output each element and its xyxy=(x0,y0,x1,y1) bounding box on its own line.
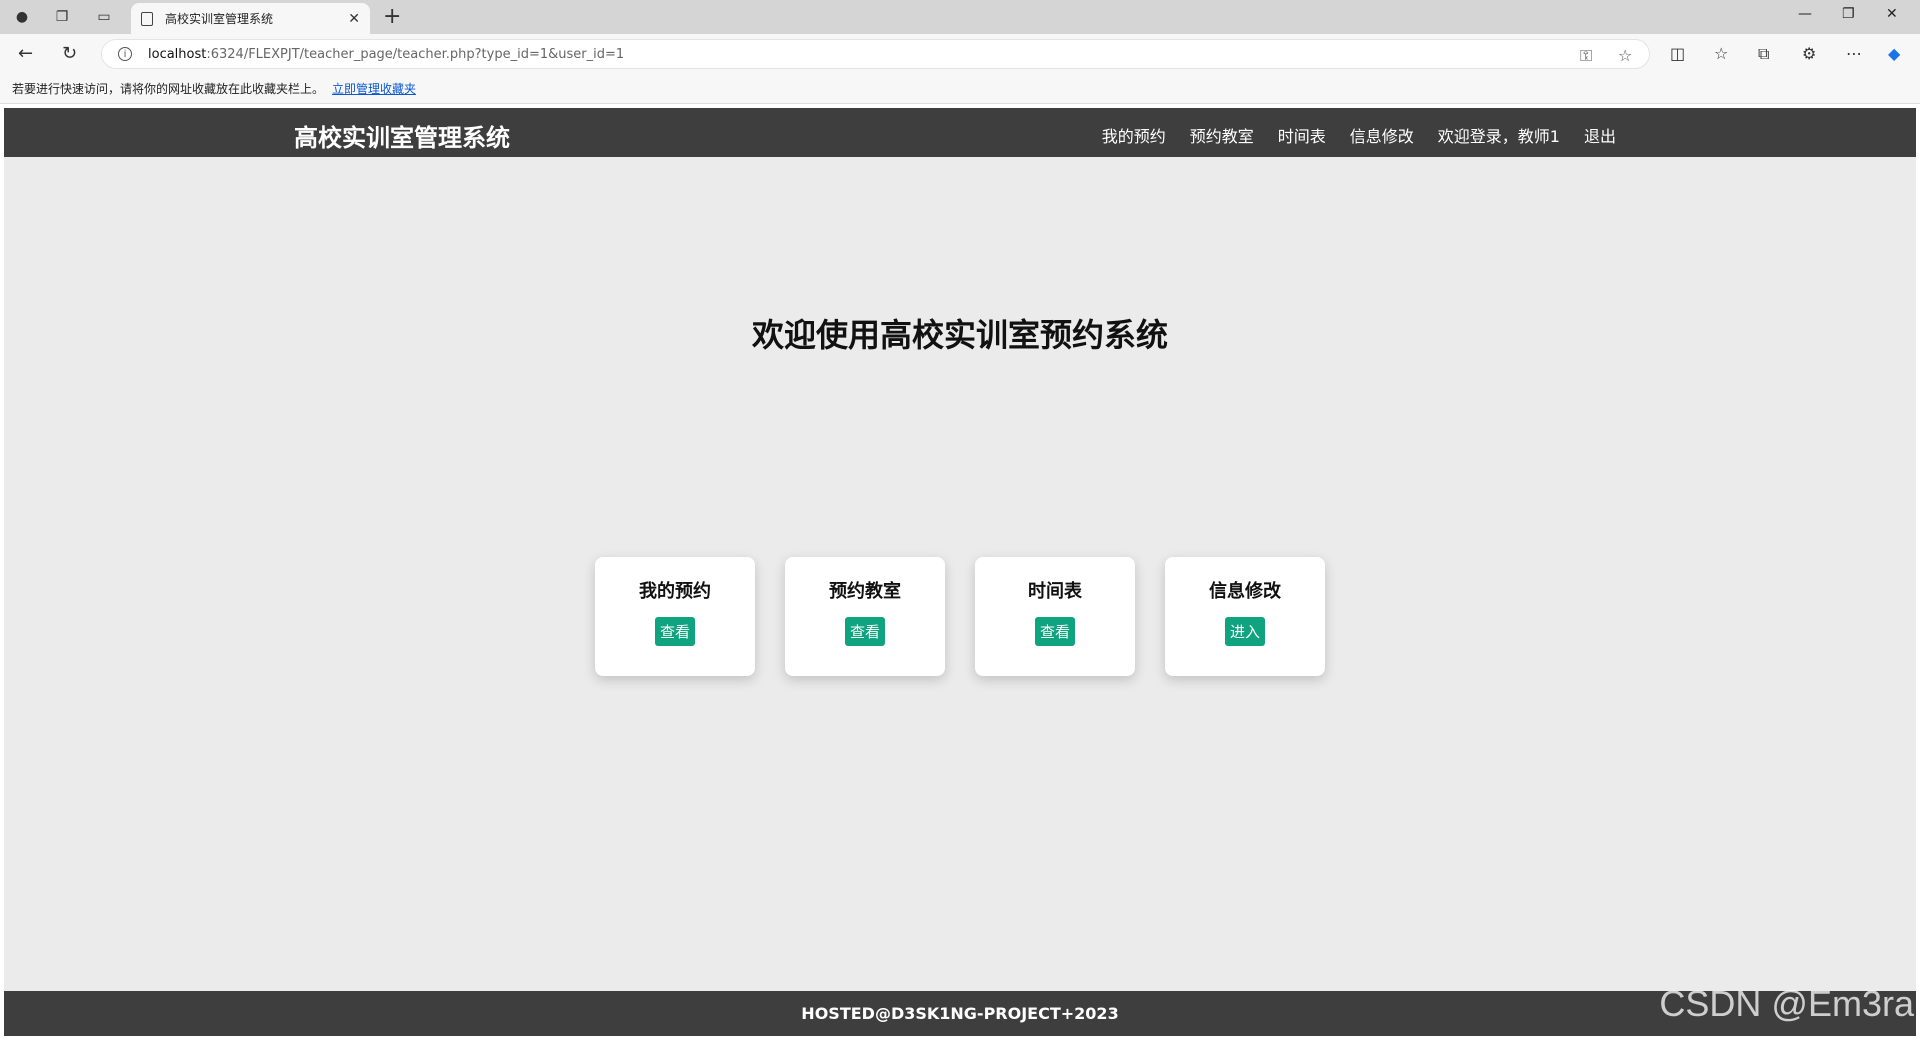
enter-edit-info-button[interactable]: 进入 xyxy=(1224,617,1265,646)
address-bar-row: ← ↻ i localhost :6324/FLEXPJT/teacher_pa… xyxy=(0,34,1920,74)
profile-icon[interactable]: ● xyxy=(12,7,32,27)
favorites-hint: 若要进行快速访问，请将你的网址收藏放在此收藏夹栏上。 xyxy=(12,82,325,96)
url-path: :6324/FLEXPJT/teacher_page/teacher.php?t… xyxy=(206,46,625,62)
card-title: 信息修改 xyxy=(1209,581,1281,602)
minimize-icon[interactable]: — xyxy=(1798,6,1812,22)
nav-logout[interactable]: 退出 xyxy=(1584,123,1616,147)
card-my-reservations: 我的预约 查看 xyxy=(595,557,755,676)
view-my-reservations-button[interactable]: 查看 xyxy=(654,617,695,646)
card-timetable: 时间表 查看 xyxy=(975,557,1135,676)
copilot-icon[interactable]: ◆ xyxy=(1888,44,1900,63)
card-title: 时间表 xyxy=(1028,581,1082,602)
favorites-bar: 若要进行快速访问，请将你的网址收藏放在此收藏夹栏上。 立即管理收藏夹 xyxy=(0,74,1920,104)
nav-timetable[interactable]: 时间表 xyxy=(1278,123,1326,147)
card-reserve-classroom: 预约教室 查看 xyxy=(785,557,945,676)
url-field[interactable]: i localhost :6324/FLEXPJT/teacher_page/t… xyxy=(101,39,1650,69)
tab-title: 高校实训室管理系统 xyxy=(165,12,274,26)
view-reserve-classroom-button[interactable]: 查看 xyxy=(844,617,885,646)
nav-edit-info[interactable]: 信息修改 xyxy=(1350,123,1414,147)
site-title: 高校实训室管理系统 xyxy=(294,124,510,152)
workspaces-icon[interactable]: ❐ xyxy=(52,7,72,27)
page-icon xyxy=(141,11,153,26)
site-info-icon[interactable]: i xyxy=(118,47,132,61)
restore-icon[interactable]: ❐ xyxy=(1842,6,1855,22)
site-header: 高校实训室管理系统 我的预约 预约教室 时间表 信息修改 欢迎登录，教师1 退出 xyxy=(4,108,1916,157)
refresh-icon[interactable]: ↻ xyxy=(62,43,77,64)
close-tab-icon[interactable]: ✕ xyxy=(348,11,360,27)
key-icon[interactable]: ⚿ xyxy=(1580,46,1592,66)
collections-icon[interactable]: ⧉ xyxy=(1758,44,1769,64)
nav-my-reservations[interactable]: 我的预约 xyxy=(1102,123,1166,147)
card-row: 我的预约 查看 预约教室 查看 时间表 查看 信息修改 进入 xyxy=(595,557,1325,676)
nav-welcome-user: 欢迎登录，教师1 xyxy=(1437,127,1560,146)
welcome-heading: 欢迎使用高校实训室预约系统 xyxy=(751,316,1168,354)
extensions-icon[interactable]: ⚙ xyxy=(1802,44,1816,63)
browser-tab-bar: ● ❐ ▭ 高校实训室管理系统 ✕ + — ❐ ✕ xyxy=(0,0,1920,34)
new-tab-icon[interactable]: + xyxy=(383,4,401,29)
url-host: localhost xyxy=(148,46,207,62)
card-title: 预约教室 xyxy=(829,581,901,602)
site-nav: 我的预约 预约教室 时间表 信息修改 欢迎登录，教师1 退出 xyxy=(1102,123,1616,147)
close-window-icon[interactable]: ✕ xyxy=(1886,6,1898,22)
watermark: CSDN @Em3ra xyxy=(1659,983,1914,1024)
favorite-star-icon[interactable]: ☆ xyxy=(1618,46,1632,65)
split-screen-icon[interactable]: ◫ xyxy=(1670,44,1685,63)
more-icon[interactable]: ⋯ xyxy=(1846,44,1862,63)
back-icon[interactable]: ← xyxy=(18,43,33,64)
manage-favorites-link[interactable]: 立即管理收藏夹 xyxy=(332,80,416,97)
site-footer: HOSTED@D3SK1NG-PROJECT+2023 xyxy=(4,991,1916,1036)
view-timetable-button[interactable]: 查看 xyxy=(1034,617,1075,646)
card-edit-info: 信息修改 进入 xyxy=(1165,557,1325,676)
page-body: 高校实训室管理系统 我的预约 预约教室 时间表 信息修改 欢迎登录，教师1 退出… xyxy=(4,108,1916,1036)
card-title: 我的预约 xyxy=(639,581,711,602)
tab-actions-icon[interactable]: ▭ xyxy=(94,7,114,27)
browser-tab[interactable]: 高校实训室管理系统 ✕ xyxy=(131,3,370,34)
favorites-icon[interactable]: ☆ xyxy=(1714,44,1728,63)
nav-reserve-classroom[interactable]: 预约教室 xyxy=(1190,123,1254,147)
